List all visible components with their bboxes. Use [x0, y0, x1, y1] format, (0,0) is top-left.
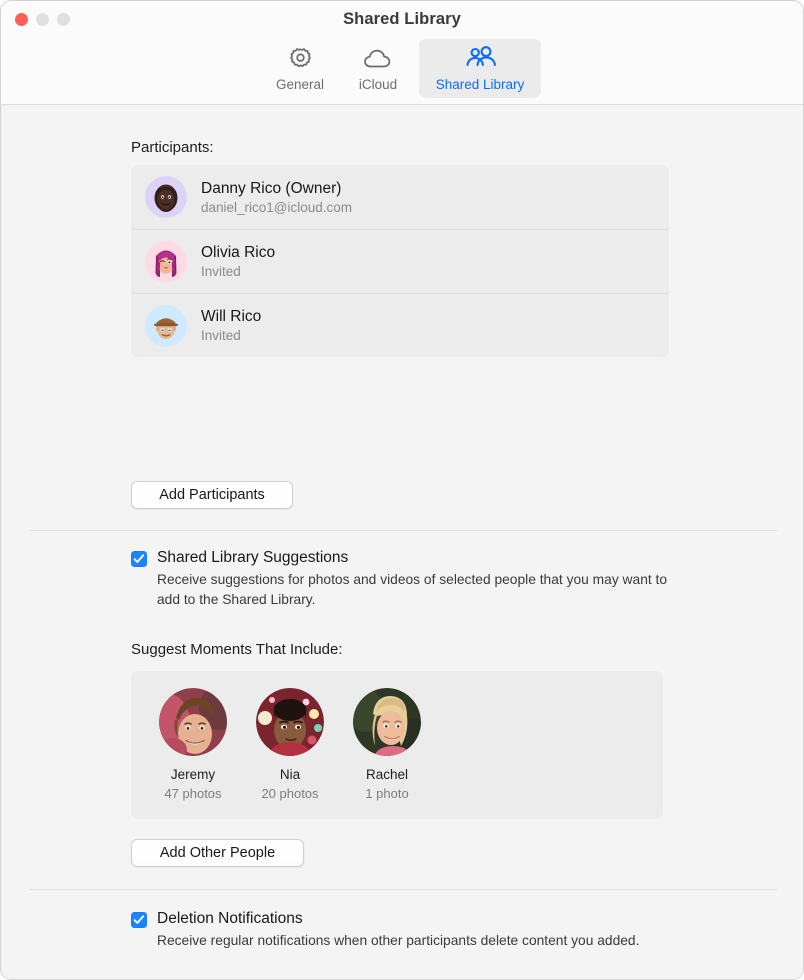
person-photo-count: 1 photo: [365, 786, 409, 801]
tab-general[interactable]: General: [263, 39, 337, 98]
deletion-notifications-label: Deletion Notifications: [157, 910, 303, 927]
list-item[interactable]: Rachel 1 photo: [350, 688, 424, 801]
person-photo: [159, 688, 227, 756]
divider: [29, 889, 777, 890]
participants-label: Participants:: [131, 139, 214, 156]
person-name: Jeremy: [170, 767, 216, 782]
person-photo-count: 47 photos: [164, 786, 222, 801]
avatar: [145, 240, 187, 283]
table-row[interactable]: Olivia Rico Invited: [131, 229, 669, 293]
suggest-moments-label: Suggest Moments That Include:: [131, 641, 343, 658]
participant-name: Will Rico: [201, 308, 262, 325]
gear-icon: [287, 45, 313, 73]
deletion-notifications-header: Deletion Notifications: [131, 910, 639, 928]
checkmark-icon: [133, 915, 145, 924]
preferences-content: Participants: Danny Rico (Owner) daniel_…: [1, 105, 803, 979]
person-name: Rachel: [365, 767, 409, 782]
deletion-notifications-row: Deletion Notifications Receive regular n…: [131, 910, 639, 951]
table-row[interactable]: Will Rico Invited: [131, 293, 669, 357]
suggested-people-list: Jeremy 47 photos Nia 20 photos Rachel 1 …: [131, 671, 663, 819]
checkmark-icon: [133, 554, 145, 563]
participant-text: Olivia Rico Invited: [201, 244, 275, 279]
preferences-window: Shared Library General iCloud Shared Lib…: [0, 0, 804, 980]
shared-library-suggestions-description: Receive suggestions for photos and video…: [157, 572, 668, 607]
titlebar: Shared Library General iCloud Shared Lib…: [1, 1, 803, 105]
avatar: [145, 176, 187, 218]
tab-general-label: General: [275, 77, 325, 92]
tab-icloud[interactable]: iCloud: [341, 39, 415, 98]
list-item[interactable]: Jeremy 47 photos: [156, 688, 230, 801]
participant-text: Danny Rico (Owner) daniel_rico1@icloud.c…: [201, 180, 352, 215]
person-name: Nia: [279, 767, 301, 782]
list-item[interactable]: Nia 20 photos: [253, 688, 327, 801]
participant-status: Invited: [201, 328, 241, 343]
participant-name: Danny Rico (Owner): [201, 179, 342, 197]
participant-name: Olivia Rico: [201, 244, 276, 261]
table-row[interactable]: Danny Rico (Owner) daniel_rico1@icloud.c…: [131, 165, 669, 229]
page-title: Shared Library: [343, 10, 461, 28]
add-other-people-button[interactable]: Add Other People: [131, 839, 304, 867]
deletion-notifications-description: Receive regular notifications when other…: [157, 933, 640, 948]
participant-text: Will Rico Invited: [201, 308, 261, 343]
shared-library-suggestions-checkbox[interactable]: [131, 551, 147, 567]
tab-shared-library[interactable]: Shared Library: [419, 39, 541, 98]
add-participants-button[interactable]: Add Participants: [131, 481, 293, 509]
deletion-notifications-checkbox[interactable]: [131, 912, 147, 928]
shared-library-suggestions-header: Shared Library Suggestions: [131, 549, 682, 567]
shared-library-suggestions-label: Shared Library Suggestions: [157, 549, 349, 566]
person-photo: [256, 688, 324, 756]
participants-list: Danny Rico (Owner) daniel_rico1@icloud.c…: [131, 165, 669, 357]
shared-library-suggestions-row: Shared Library Suggestions Receive sugge…: [131, 549, 682, 610]
toolbar-tabs: General iCloud Shared Library: [1, 39, 803, 98]
person-photo: [353, 688, 421, 756]
person-photo-count: 20 photos: [261, 786, 319, 801]
tab-icloud-label: iCloud: [358, 77, 398, 92]
avatar: [145, 304, 187, 347]
people-icon: [463, 45, 497, 73]
participant-status: Invited: [201, 264, 241, 279]
divider: [29, 530, 777, 531]
participant-status: daniel_rico1@icloud.com: [201, 199, 353, 215]
tab-shared-library-label: Shared Library: [435, 77, 525, 92]
cloud-icon: [363, 45, 393, 73]
